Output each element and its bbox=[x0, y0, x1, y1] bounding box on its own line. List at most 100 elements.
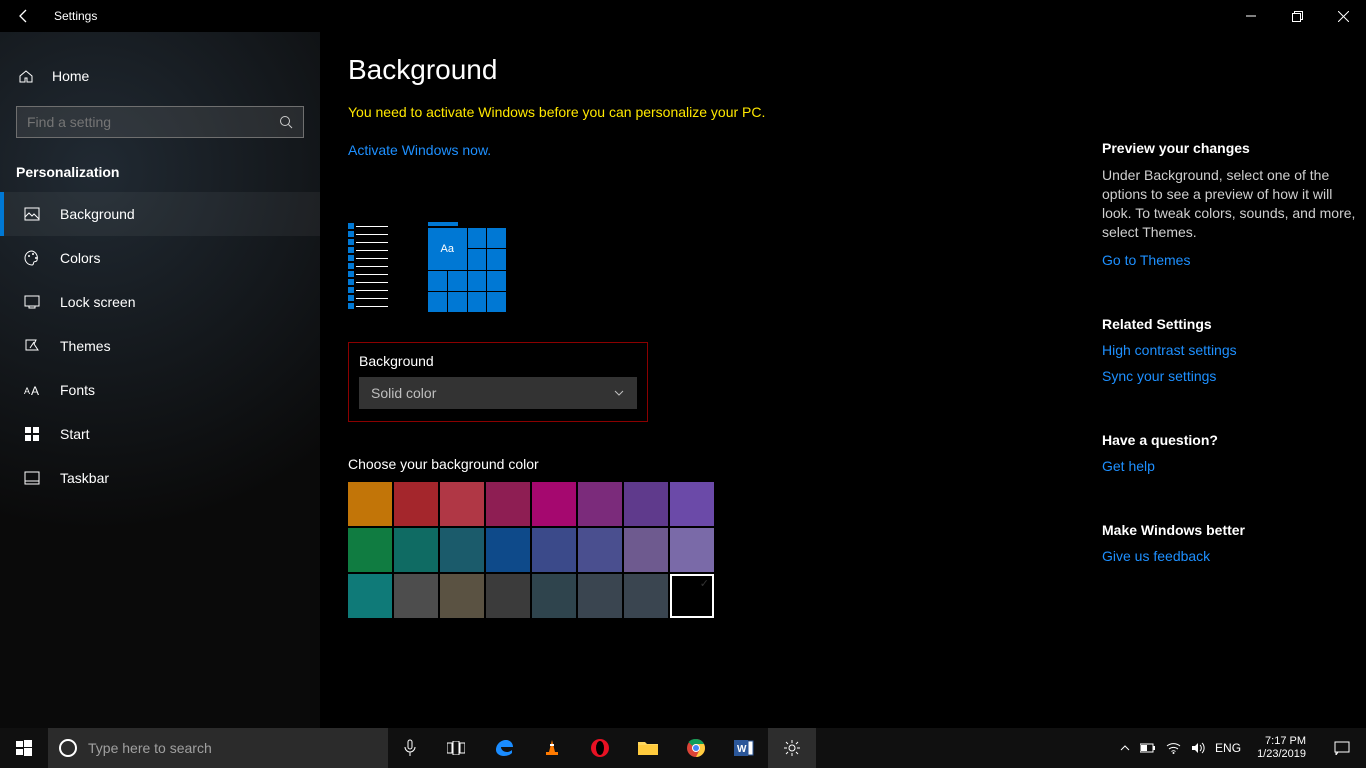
dropdown-value: Solid color bbox=[371, 385, 436, 401]
svg-text:A: A bbox=[31, 384, 39, 398]
taskview-icon bbox=[447, 741, 465, 755]
nav-fonts[interactable]: AA Fonts bbox=[0, 368, 320, 412]
chevron-up-icon bbox=[1120, 743, 1130, 753]
maximize-icon bbox=[1292, 11, 1303, 22]
taskbar-search[interactable]: Type here to search bbox=[48, 728, 388, 768]
high-contrast-link[interactable]: High contrast settings bbox=[1102, 342, 1362, 358]
chevron-down-icon bbox=[613, 387, 625, 399]
nav-background[interactable]: Background bbox=[0, 192, 320, 236]
vlc-icon bbox=[542, 738, 562, 758]
home-icon bbox=[18, 68, 34, 84]
tray-lang[interactable]: ENG bbox=[1215, 741, 1241, 755]
color-swatch[interactable] bbox=[394, 482, 438, 526]
svg-text:A: A bbox=[24, 386, 30, 396]
start-button[interactable] bbox=[0, 728, 48, 768]
color-swatch[interactable] bbox=[532, 574, 576, 618]
color-swatch[interactable] bbox=[624, 528, 668, 572]
nav-label: Lock screen bbox=[60, 294, 135, 310]
nav-taskbar[interactable]: Taskbar bbox=[0, 456, 320, 500]
sync-link[interactable]: Sync your settings bbox=[1102, 368, 1362, 384]
color-swatch[interactable] bbox=[440, 528, 484, 572]
close-button[interactable] bbox=[1320, 0, 1366, 32]
action-center[interactable] bbox=[1322, 741, 1362, 755]
color-swatch[interactable] bbox=[348, 482, 392, 526]
sidebar-search-input[interactable] bbox=[27, 114, 279, 130]
color-swatch[interactable] bbox=[578, 528, 622, 572]
color-swatch[interactable] bbox=[624, 482, 668, 526]
help-link[interactable]: Get help bbox=[1102, 458, 1362, 474]
nav-lock-screen[interactable]: Lock screen bbox=[0, 280, 320, 324]
back-button[interactable] bbox=[8, 0, 40, 32]
opera-icon bbox=[590, 738, 610, 758]
edge-icon bbox=[493, 737, 515, 759]
color-swatch[interactable] bbox=[578, 482, 622, 526]
settings-app[interactable] bbox=[768, 728, 816, 768]
background-dropdown-block: Background Solid color bbox=[348, 342, 648, 422]
nav-colors[interactable]: Colors bbox=[0, 236, 320, 280]
cortana-icon bbox=[58, 738, 78, 758]
word-app[interactable]: W bbox=[720, 728, 768, 768]
nav-label: Colors bbox=[60, 250, 100, 266]
tray-battery[interactable] bbox=[1140, 743, 1156, 753]
color-swatch[interactable] bbox=[394, 528, 438, 572]
mic-icon bbox=[403, 739, 417, 757]
sidebar-category: Personalization bbox=[0, 156, 320, 192]
system-tray: ENG 7:17 PM 1/23/2019 bbox=[1120, 728, 1366, 768]
chrome-icon bbox=[686, 738, 706, 758]
home-nav[interactable]: Home bbox=[0, 56, 320, 96]
back-arrow-icon bbox=[17, 9, 31, 23]
titlebar: Settings bbox=[0, 0, 1366, 32]
chrome-app[interactable] bbox=[672, 728, 720, 768]
minimize-icon bbox=[1246, 11, 1256, 21]
image-icon bbox=[24, 206, 40, 222]
color-swatch[interactable] bbox=[440, 574, 484, 618]
color-swatch[interactable] bbox=[670, 482, 714, 526]
nav-label: Themes bbox=[60, 338, 111, 354]
better-heading: Make Windows better bbox=[1102, 522, 1362, 538]
themes-link[interactable]: Go to Themes bbox=[1102, 252, 1362, 268]
word-icon: W bbox=[734, 738, 754, 758]
color-swatch[interactable] bbox=[348, 528, 392, 572]
maximize-button[interactable] bbox=[1274, 0, 1320, 32]
tray-date: 1/23/2019 bbox=[1257, 748, 1306, 761]
color-swatch[interactable] bbox=[670, 528, 714, 572]
opera-app[interactable] bbox=[576, 728, 624, 768]
color-swatch[interactable] bbox=[486, 482, 530, 526]
color-swatch[interactable] bbox=[624, 574, 668, 618]
tray-wifi[interactable] bbox=[1166, 742, 1181, 754]
tray-clock[interactable]: 7:17 PM 1/23/2019 bbox=[1251, 735, 1312, 760]
vlc-app[interactable] bbox=[528, 728, 576, 768]
preview-list bbox=[348, 222, 388, 312]
background-dropdown[interactable]: Solid color bbox=[359, 377, 637, 409]
taskview-button[interactable] bbox=[432, 728, 480, 768]
taskbar-search-placeholder: Type here to search bbox=[88, 740, 212, 756]
nav-start[interactable]: Start bbox=[0, 412, 320, 456]
color-swatch[interactable] bbox=[394, 574, 438, 618]
color-swatch[interactable] bbox=[670, 574, 714, 618]
svg-text:W: W bbox=[737, 744, 747, 755]
search-icon bbox=[279, 115, 293, 129]
color-swatch[interactable] bbox=[532, 482, 576, 526]
feedback-link[interactable]: Give us feedback bbox=[1102, 548, 1362, 564]
tray-chevron[interactable] bbox=[1120, 743, 1130, 753]
edge-app[interactable] bbox=[480, 728, 528, 768]
color-swatch[interactable] bbox=[486, 574, 530, 618]
color-swatch[interactable] bbox=[440, 482, 484, 526]
color-swatch[interactable] bbox=[348, 574, 392, 618]
activate-link[interactable]: Activate Windows now. bbox=[348, 142, 491, 158]
volume-icon bbox=[1191, 742, 1205, 754]
mic-button[interactable] bbox=[388, 728, 432, 768]
fonts-icon: AA bbox=[24, 382, 40, 398]
taskbar: Type here to search W ENG 7:17 PM 1/23/2… bbox=[0, 728, 1366, 768]
minimize-button[interactable] bbox=[1228, 0, 1274, 32]
lock-screen-icon bbox=[24, 294, 40, 310]
color-swatch[interactable] bbox=[532, 528, 576, 572]
tray-volume[interactable] bbox=[1191, 742, 1205, 754]
nav-label: Taskbar bbox=[60, 470, 109, 486]
nav-themes[interactable]: Themes bbox=[0, 324, 320, 368]
color-swatch[interactable] bbox=[486, 528, 530, 572]
explorer-app[interactable] bbox=[624, 728, 672, 768]
nav-label: Background bbox=[60, 206, 135, 222]
sidebar-search[interactable] bbox=[16, 106, 304, 138]
color-swatch[interactable] bbox=[578, 574, 622, 618]
